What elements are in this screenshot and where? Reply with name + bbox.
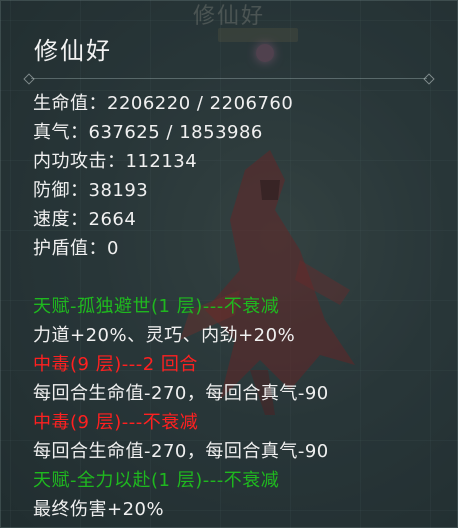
stat-qi: 真气：637625 / 1853986 [33, 122, 263, 143]
stat-shield: 护盾值：0 [33, 238, 119, 259]
stat-inner-attack: 内功攻击：112134 [33, 151, 198, 172]
stat-hp: 生命值：2206220 / 2206760 [33, 93, 294, 114]
debuff-desc-poison-timed: 每回合生命值-270，每回合真气-90 [33, 383, 329, 404]
buff-desc-full-effort: 最终伤害+20% [33, 499, 165, 520]
stat-defense: 防御：38193 [33, 180, 149, 201]
character-name: 修仙好 [34, 37, 112, 65]
stat-speed: 速度：2664 [33, 209, 137, 230]
buff-desc-solitude: 力道+20%、灵巧、内劲+20% [33, 325, 296, 346]
debuff-title-poison-permanent: 中毒(9 层)---不衰减 [33, 412, 199, 433]
buff-title-solitude: 天赋-孤独避世(1 层)---不衰减 [33, 296, 280, 317]
buff-title-full-effort: 天赋-全力以赴(1 层)---不衰减 [33, 470, 280, 491]
character-status-tooltip: 修仙好 生命值：2206220 / 2206760 真气：637625 / 18… [0, 0, 458, 528]
debuff-title-poison-timed: 中毒(9 层)---2 回合 [33, 354, 198, 375]
name-divider [31, 78, 427, 79]
debuff-desc-poison-permanent: 每回合生命值-270，每回合真气-90 [33, 441, 329, 462]
